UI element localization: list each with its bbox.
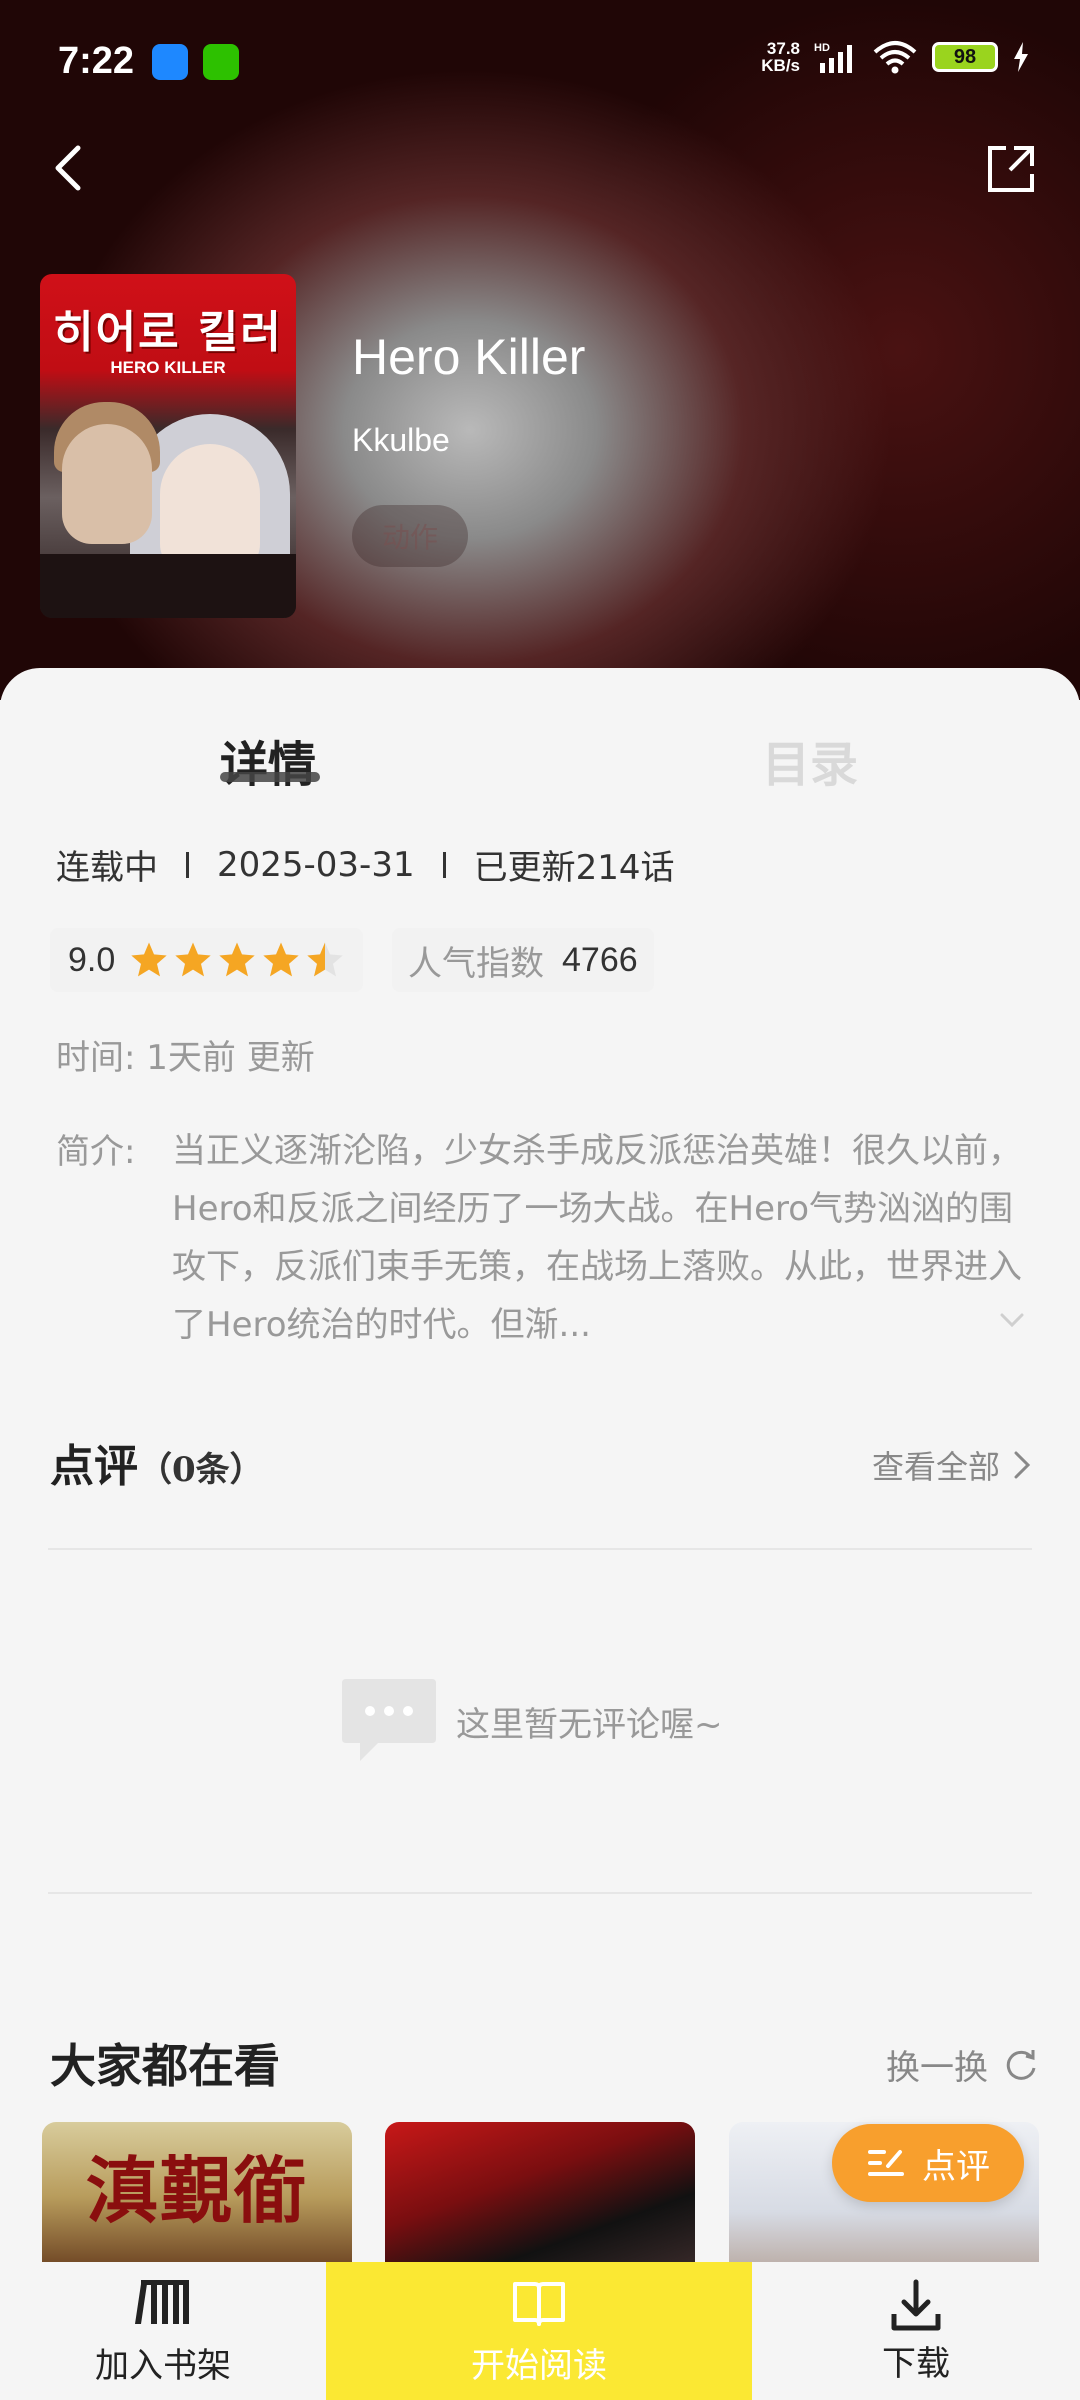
cover-subtitle: HERO KILLER — [110, 358, 226, 377]
star-half-icon — [307, 942, 343, 977]
popularity-box: 人气指数 4766 — [392, 928, 654, 992]
share-icon[interactable] — [982, 140, 1040, 198]
download-label: 下载 — [882, 2343, 950, 2384]
signal-icon: HD — [814, 42, 852, 73]
notification-app-icon — [152, 44, 188, 80]
comic-author[interactable]: Kkulbe — [352, 422, 450, 459]
recommend-card[interactable] — [385, 2122, 695, 2272]
floating-review-button[interactable]: 点评 — [832, 2124, 1024, 2202]
open-book-icon — [513, 2281, 565, 2326]
status-bar: 7:22 37.8 KB/s HD 98 — [0, 0, 1080, 110]
back-arrow-icon[interactable] — [42, 140, 98, 196]
comic-title: Hero Killer — [352, 329, 586, 385]
empty-reviews-state: 这里暂无评论喔~ — [338, 1675, 723, 1767]
chevron-down-icon[interactable] — [994, 1302, 1030, 1338]
recommend-card[interactable]: 滇覲衜 — [42, 2122, 352, 2272]
update-time-label: 时间: — [56, 1038, 136, 1078]
hero-header: 7:22 37.8 KB/s HD 98 히어로 킬러 HERO KILLER … — [0, 0, 1080, 700]
intro-text[interactable]: 当正义逐渐沦陷，少女杀手成反派惩治英雄！很久以前，Hero和反派之间经历了一场大… — [172, 1122, 1042, 1354]
wifi-icon — [873, 41, 917, 74]
update-time-value: 1天前 更新 — [146, 1038, 315, 1078]
refresh-button[interactable]: 换一换 — [886, 2040, 1040, 2089]
update-date: 2025-03-31 — [217, 844, 415, 885]
status-indicators: 37.8 KB/s HD 98 — [761, 40, 1030, 74]
star-full-icon — [175, 942, 211, 977]
download-icon — [891, 2279, 941, 2330]
reviews-title: 点评（0条） — [50, 1441, 264, 1492]
view-all-reviews-link[interactable]: 查看全部 — [872, 1442, 1034, 1488]
tab-detail[interactable]: 详情 — [220, 725, 316, 795]
status-time: 7:22 — [58, 40, 135, 82]
separator — [442, 851, 446, 878]
separator — [186, 851, 189, 878]
star-full-icon — [131, 942, 167, 977]
start-reading-label: 开始阅读 — [471, 2345, 607, 2386]
bottom-action-bar: 加入书架 开始阅读 下载 — [0, 2262, 1080, 2400]
active-tab-indicator — [220, 772, 320, 782]
battery-indicator: 98 — [932, 42, 998, 72]
edit-list-icon — [868, 2150, 904, 2176]
star-rating — [129, 940, 345, 980]
star-full-icon — [263, 942, 299, 977]
divider — [48, 1548, 1032, 1550]
popularity-label: 人气指数 — [408, 943, 544, 984]
star-full-icon — [219, 942, 255, 977]
charging-icon — [1014, 42, 1028, 72]
comment-bubble-icon — [342, 1679, 436, 1761]
review-count: （0条） — [138, 1450, 264, 1490]
bookshelf-icon — [135, 2279, 189, 2324]
wechat-icon — [203, 44, 239, 80]
cover-title: 히어로 킬러 — [53, 307, 283, 358]
divider — [48, 1892, 1032, 1894]
add-to-shelf-label: 加入书架 — [95, 2345, 231, 2386]
genre-tag[interactable]: 动作 — [352, 505, 468, 567]
comic-cover[interactable]: 히어로 킬러 HERO KILLER — [40, 274, 296, 618]
svg-text:HD: HD — [814, 42, 830, 54]
chevron-right-icon — [1014, 1451, 1031, 1479]
meta-row: 连载中 2025-03-31 已更新214话 — [56, 840, 675, 889]
network-speed: 37.8 KB/s — [761, 39, 800, 75]
rating-score: 9.0 — [68, 940, 116, 979]
tab-catalog[interactable]: 目录 — [762, 725, 858, 795]
empty-reviews-text: 这里暂无评论喔~ — [456, 1704, 723, 1745]
chapter-count: 已更新214话 — [473, 848, 675, 888]
add-to-shelf-button[interactable]: 加入书架 — [0, 2262, 326, 2400]
start-reading-button[interactable]: 开始阅读 — [326, 2262, 752, 2400]
update-time-row: 时间: 1天前 更新 — [56, 1030, 315, 1079]
refresh-icon — [1006, 2049, 1036, 2080]
recommend-title: 大家都在看 — [50, 2039, 280, 2093]
recommend-cover-text: 滇覲衜 — [85, 2148, 308, 2233]
serial-status: 连载中 — [56, 848, 158, 888]
download-button[interactable]: 下载 — [752, 2262, 1080, 2400]
intro-label: 简介: — [56, 1132, 136, 1172]
rating-box: 9.0 — [50, 928, 364, 992]
popularity-value: 4766 — [562, 940, 638, 979]
